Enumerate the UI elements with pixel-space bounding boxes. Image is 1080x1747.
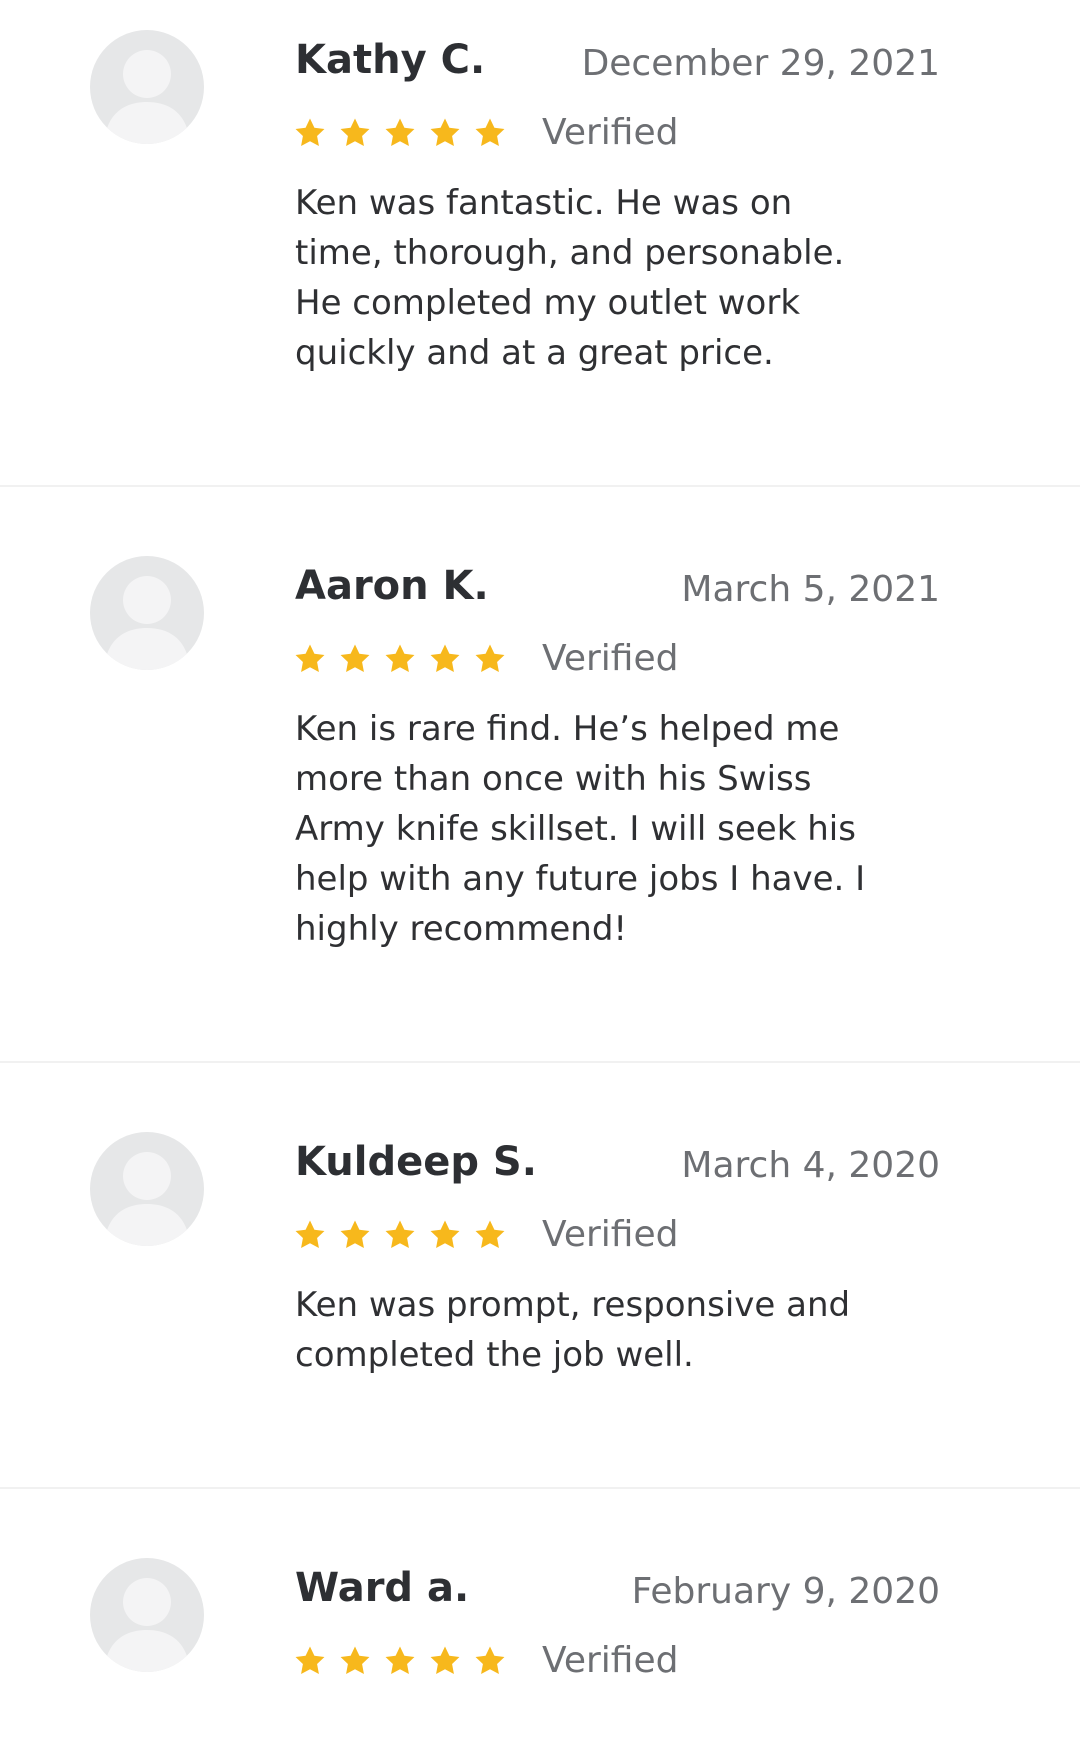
review-date: December 29, 2021 [581,43,940,84]
star-icon [385,1220,415,1249]
star-rating [293,111,518,155]
avatar-placeholder-icon [90,1558,204,1672]
avatar-placeholder-icon [90,1132,204,1246]
star-icon [295,1220,325,1249]
star-icon [430,1646,460,1675]
star-icon [340,118,370,147]
verified-label: Verified [542,112,679,153]
reviewer-name: Aaron K. [295,563,489,609]
star-icon [475,1220,505,1249]
star-icon [385,644,415,673]
star-icon [340,644,370,673]
reviewer-name: Ward a. [295,1565,470,1611]
star-icon [385,1646,415,1675]
star-icon [430,644,460,673]
star-rating [293,1213,518,1257]
review-date: March 5, 2021 [681,569,940,610]
review-divider [0,1487,1080,1489]
review-text: Ken was prompt, responsive and completed… [295,1285,851,1375]
review-date: March 4, 2020 [681,1145,940,1186]
star-icon [475,118,505,147]
review-divider [0,485,1080,487]
avatar-placeholder-icon [90,30,204,144]
star-icon [475,1646,505,1675]
star-icon [340,1646,370,1675]
reviewer-name: Kathy C. [295,37,486,83]
review-date: February 9, 2020 [631,1571,940,1612]
avatar-placeholder-icon [90,556,204,670]
review-text: Ken was fantastic. He was on time, thoro… [295,183,845,373]
star-icon [340,1220,370,1249]
star-icon [385,118,415,147]
star-rating [293,1639,518,1683]
reviewer-name: Kuldeep S. [295,1139,537,1185]
star-icon [475,644,505,673]
verified-label: Verified [542,1214,679,1255]
star-icon [295,1646,325,1675]
star-icon [295,644,325,673]
star-rating [293,637,518,681]
star-icon [430,1220,460,1249]
review-divider [0,1061,1080,1063]
verified-label: Verified [542,638,679,679]
review-text: Ken is rare find. He’s helped me more th… [295,709,866,949]
verified-label: Verified [542,1640,679,1681]
star-icon [430,118,460,147]
star-icon [295,118,325,147]
